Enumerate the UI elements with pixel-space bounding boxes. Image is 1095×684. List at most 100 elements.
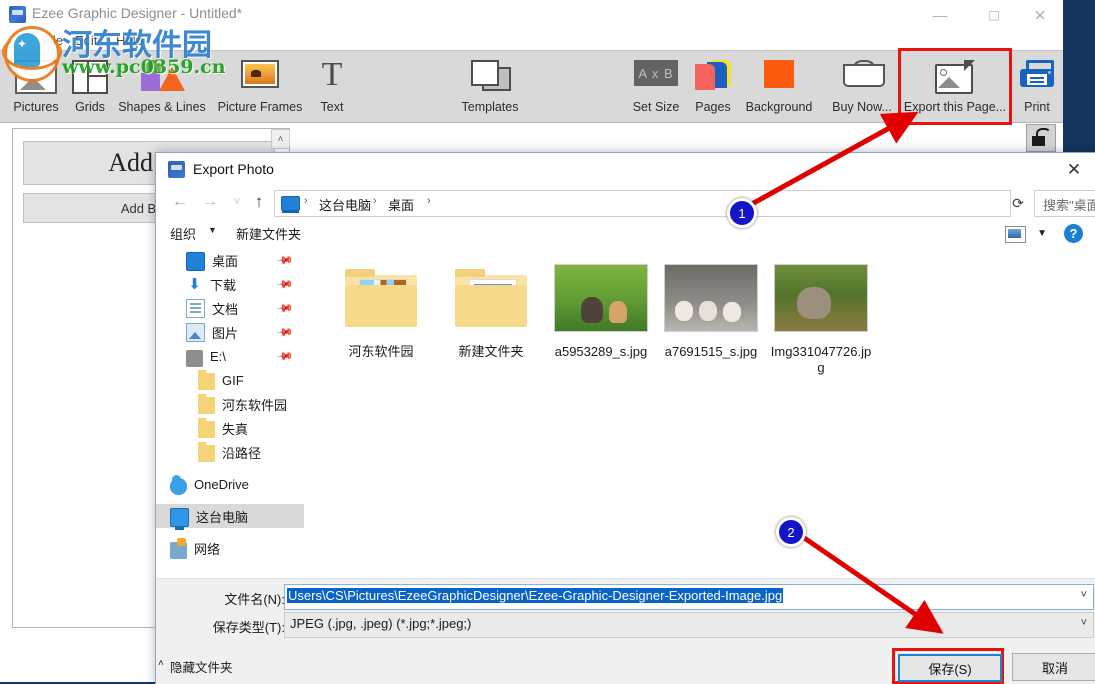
toolbar-button-pages[interactable]: Pages: [690, 51, 736, 122]
chevron-down-icon[interactable]: ˅: [1081, 617, 1087, 629]
pin-icon[interactable]: 📌: [276, 251, 295, 270]
sidebar-item-hedong[interactable]: 河东软件园: [156, 392, 304, 416]
shopping-bag-icon: [843, 60, 885, 87]
sidebar-label: 桌面: [212, 253, 239, 269]
filename-input[interactable]: Users\CS\Pictures\EzeeGraphicDesigner\Ez…: [284, 584, 1094, 610]
forward-icon[interactable]: →: [197, 189, 223, 215]
pin-icon[interactable]: 📌: [276, 275, 295, 294]
toolbar-label-set-size: Set Size: [632, 100, 680, 114]
dialog-titlebar: Export Photo ✕: [156, 153, 1095, 186]
refresh-icon[interactable]: ⟳: [1009, 194, 1027, 212]
savetype-label: 保存类型(T):: [212, 620, 285, 635]
save-button[interactable]: 保存(S): [898, 654, 1002, 682]
sidebar-item-network[interactable]: 网络: [156, 536, 304, 560]
chevron-down-icon[interactable]: ˅: [1081, 589, 1087, 601]
search-input[interactable]: 搜索"桌面" 🔍: [1034, 190, 1095, 217]
view-layout-icon[interactable]: [1005, 226, 1026, 243]
list-item[interactable]: Img331047726.jpg: [766, 256, 876, 376]
list-item[interactable]: a7691515_s.jpg: [656, 256, 766, 360]
pin-icon[interactable]: 📌: [276, 347, 295, 366]
toolbar-button-export-this-page[interactable]: Export this Page...: [898, 48, 1012, 125]
sidebar-item-onedrive[interactable]: OneDrive: [156, 472, 304, 496]
maximize-icon: ☐: [988, 8, 1000, 23]
back-icon[interactable]: ←: [167, 189, 193, 215]
window-minimize-button[interactable]: —: [917, 0, 963, 31]
list-item[interactable]: a5953289_s.jpg: [546, 256, 656, 360]
sidebar-item-downloads[interactable]: ⬇ 下载 📌: [156, 272, 304, 296]
close-icon: ✕: [1066, 159, 1082, 179]
watermark-ring: [2, 34, 62, 70]
toolbar-label-export-this-page: Export this Page...: [903, 100, 1007, 114]
unlock-icon[interactable]: [1026, 124, 1056, 152]
dialog-title: Export Photo: [193, 161, 274, 177]
toolbar-label-background: Background: [745, 100, 813, 114]
breadcrumb-separator: ›: [373, 195, 377, 207]
sidebar-label: 沿路径: [222, 445, 262, 461]
dialog-command-bar: 组织 ▼ 新建文件夹 ▼ ?: [156, 219, 1095, 249]
sidebar-item-desktop[interactable]: 桌面 📌: [156, 248, 304, 272]
dialog-navigation-bar: ← → ˅ ↑ › 这台电脑 › 桌面 › ˅ ⟳ 搜索"桌面" 🔍: [156, 186, 1095, 219]
list-item[interactable]: 河东软件园: [326, 256, 436, 360]
canvas-scroll-up-button[interactable]: ˄: [271, 129, 290, 149]
sidebar-label: 文档: [212, 301, 239, 317]
breadcrumb-separator: ›: [304, 195, 308, 207]
this-pc-icon: [281, 196, 300, 213]
documents-icon: [186, 298, 205, 318]
onedrive-icon: [170, 474, 187, 495]
up-one-level-icon[interactable]: ↑: [246, 189, 272, 215]
dialog-close-button[interactable]: ✕: [1052, 153, 1095, 186]
toolbar-button-text[interactable]: T Text: [310, 51, 354, 122]
window-maximize-button[interactable]: ☐: [971, 0, 1017, 31]
sidebar-item-gif[interactable]: GIF: [156, 368, 304, 392]
hide-folders-button[interactable]: 隐藏文件夹: [170, 657, 233, 676]
downloads-icon: ⬇: [188, 275, 201, 293]
puppies-photo-thumb: [656, 256, 766, 340]
organize-button[interactable]: 组织: [170, 224, 196, 243]
list-item[interactable]: 新建文件夹: [436, 256, 546, 360]
breadcrumb-separator: ›: [427, 195, 431, 207]
savetype-select[interactable]: JPEG (.jpg, .jpeg) (*.jpg;*.jpeg;) ˅: [284, 612, 1094, 638]
toolbar-label-buy-now: Buy Now...: [832, 100, 892, 114]
sidebar-item-this-pc[interactable]: 这台电脑: [156, 504, 304, 530]
toolbar-button-templates[interactable]: Templates: [442, 51, 538, 122]
sidebar-label: 失真: [222, 421, 249, 437]
sidebar-item-yanlujing[interactable]: 沿路径: [156, 440, 304, 464]
savetype-value: JPEG (.jpg, .jpeg) (*.jpg;*.jpeg;): [290, 616, 472, 631]
file-name: a5953289_s.jpg: [554, 344, 648, 359]
save-button-highlight: 保存(S): [892, 648, 1004, 684]
background-icon: [764, 60, 794, 88]
sidebar-item-shizhen[interactable]: 失真: [156, 416, 304, 440]
chevron-up-icon[interactable]: ˄: [158, 658, 164, 669]
window-close-button[interactable]: ✕: [1017, 0, 1063, 31]
file-name: Img331047726.jpg: [770, 344, 872, 375]
export-image-icon: [935, 60, 975, 94]
sidebar-item-drive-e[interactable]: E:\ 📌: [156, 344, 304, 368]
folder-books-thumb: [326, 256, 436, 340]
breadcrumb-item-this-pc[interactable]: 这台电脑: [319, 195, 371, 214]
filename-label: 文件名(N):: [224, 592, 285, 607]
help-icon[interactable]: ?: [1064, 224, 1083, 243]
toolbar-button-set-size[interactable]: A x B Set Size: [622, 51, 690, 122]
sidebar-item-documents[interactable]: 文档 📌: [156, 296, 304, 320]
file-name: 新建文件夹: [458, 344, 524, 359]
toolbar-button-print[interactable]: Print: [1014, 51, 1060, 122]
pin-icon[interactable]: 📌: [276, 323, 295, 342]
sidebar-item-pictures[interactable]: 图片 📌: [156, 320, 304, 344]
toolbar-button-background[interactable]: Background: [736, 51, 822, 122]
toolbar-label-print: Print: [1024, 100, 1050, 114]
breadcrumb[interactable]: › 这台电脑 › 桌面 › ˅: [274, 190, 1011, 217]
printer-icon: [1020, 60, 1054, 90]
sidebar-label: OneDrive: [194, 476, 249, 492]
chevron-down-icon[interactable]: ▼: [208, 225, 217, 235]
toolbar-button-buy-now[interactable]: Buy Now...: [826, 51, 898, 122]
pictures-icon: [186, 322, 205, 342]
pin-icon[interactable]: 📌: [276, 299, 295, 318]
cancel-button[interactable]: 取消: [1012, 653, 1095, 681]
breadcrumb-item-desktop[interactable]: 桌面: [388, 195, 414, 214]
this-pc-icon: [170, 507, 189, 530]
app-logo-icon: [168, 161, 185, 178]
sidebar-label: 河东软件园: [222, 397, 288, 413]
network-icon: [170, 537, 187, 559]
new-folder-button[interactable]: 新建文件夹: [236, 224, 301, 243]
chevron-down-icon[interactable]: ▼: [1037, 228, 1047, 239]
